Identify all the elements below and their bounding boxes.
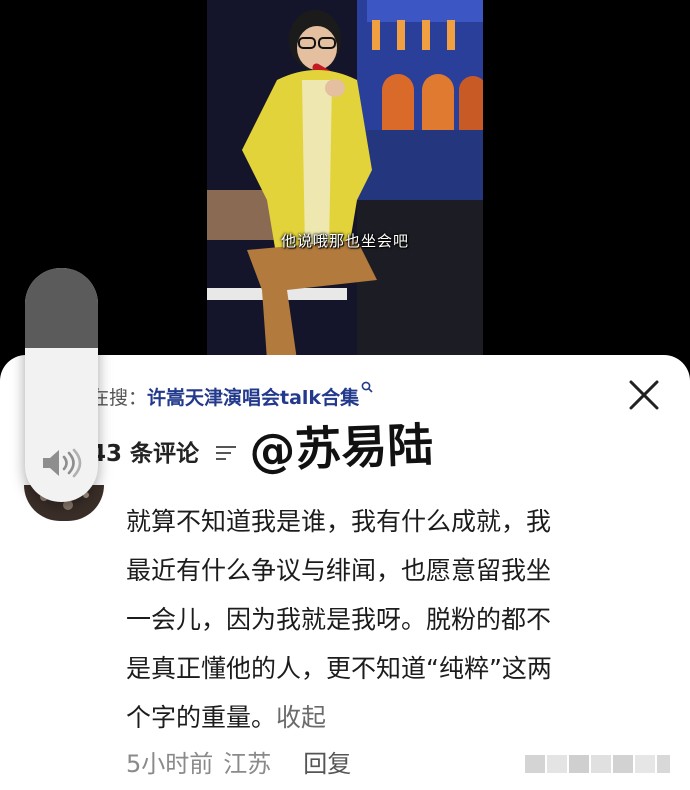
comment-line-last: 个字的重量。收起 [126, 693, 666, 742]
comment-location: 江苏 [223, 750, 272, 778]
comment-time: 5小时前 [126, 750, 214, 778]
search-suggestion[interactable]: 在搜：许嵩天津演唱会talk合集 [90, 381, 373, 410]
comment-panel: 在搜：许嵩天津演唱会talk合集 43 条评论 @苏易陆 就算不知道我是谁，我有… [0, 355, 690, 790]
comment-line: 就算不知道我是谁，我有什么成就，我 [126, 507, 552, 536]
sort-icon[interactable] [215, 444, 239, 462]
collapse-button[interactable]: 收起 [276, 703, 326, 732]
video-subtitle: 他说哦那也坐会吧 [280, 232, 409, 250]
search-icon [361, 381, 373, 393]
search-prefix: 在搜： [90, 387, 148, 409]
volume-slider[interactable] [25, 268, 98, 502]
video-frame [207, 0, 483, 360]
comment-line: 最近有什么争议与绯闻，也愿意留我坐 [126, 556, 552, 585]
comment-line: 是真正懂他的人，更不知道“纯粹”这两 [126, 654, 552, 683]
comment-count: 43 条评论 [90, 441, 200, 467]
comment-count-header: 43 条评论 [90, 434, 239, 468]
screen: 他说哦那也坐会吧 在搜：许嵩天津演唱会talk合集 43 条评论 @苏易陆 就算… [0, 0, 690, 790]
like-dislike-redacted[interactable] [525, 753, 670, 775]
video-player[interactable]: 他说哦那也坐会吧 [207, 0, 483, 360]
comment-line-text: 个字的重量。 [126, 703, 277, 732]
comment-line: 一会儿，因为我就是我呀。脱粉的都不 [126, 605, 552, 634]
reply-button[interactable]: 回复 [303, 750, 351, 778]
search-term: 许嵩天津演唱会talk合集 [147, 387, 360, 409]
volume-slider-empty-track [25, 268, 98, 348]
comment-meta: 5小时前 江苏 回复 [126, 744, 361, 779]
watermark: @苏易陆 [248, 417, 435, 478]
speaker-icon [43, 448, 82, 478]
comment-body: 就算不知道我是谁，我有什么成就，我 最近有什么争议与绯闻，也愿意留我坐 一会儿，… [126, 497, 666, 742]
close-icon[interactable] [626, 377, 662, 413]
